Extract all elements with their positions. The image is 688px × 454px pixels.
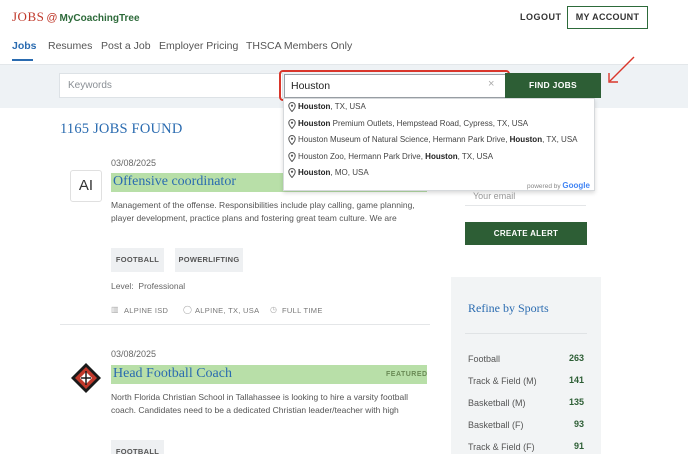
- autocomplete-rest: , MO, USA: [330, 168, 369, 177]
- job-level-value: Professional: [138, 281, 186, 291]
- job-type: FULL TIME: [282, 306, 323, 315]
- sport-filter-basketball-m[interactable]: Basketball (M): [468, 398, 526, 408]
- sport-filter-football[interactable]: Football: [468, 354, 500, 364]
- tab-jobs[interactable]: Jobs: [12, 40, 37, 52]
- tag-powerlifting[interactable]: POWERLIFTING: [175, 248, 243, 272]
- map-pin-icon: [288, 168, 296, 178]
- sport-filter-basketball-f[interactable]: Basketball (F): [468, 420, 524, 430]
- find-jobs-button[interactable]: FIND JOBS: [505, 73, 601, 98]
- powered-by-google: powered by Google: [527, 181, 590, 190]
- map-pin-icon: [288, 102, 296, 112]
- job-description: North Florida Christian School in Tallah…: [111, 392, 409, 415]
- sport-count: 91: [573, 441, 584, 451]
- autocomplete-match: Houston: [298, 102, 331, 111]
- job-title-link[interactable]: Head Football Coach: [113, 366, 232, 382]
- my-account-button[interactable]: MY ACCOUNT: [567, 6, 648, 29]
- location-autocomplete-dropdown: Houston, TX, USA Houston Premium Outlets…: [283, 98, 595, 191]
- autocomplete-prefix: Houston Zoo, Hermann Park Drive,: [298, 152, 426, 161]
- logo-brand-text: MyCoachingTree: [59, 13, 140, 24]
- tab-post-a-job[interactable]: Post a Job: [101, 40, 151, 52]
- site-header: JOBS @ MyCoachingTree LOGOUT MY ACCOUNT: [0, 0, 688, 34]
- map-pin-icon: [288, 119, 296, 129]
- jobs-found-count: 1165 JOBS FOUND: [60, 121, 183, 137]
- map-pin-icon: [288, 135, 296, 145]
- location-pin-icon: ◯: [183, 305, 192, 314]
- autocomplete-rest: Premium Outlets, Hempstead Road, Cypress…: [330, 119, 529, 128]
- autocomplete-item[interactable]: Houston Zoo, Hermann Park Drive, Houston…: [284, 149, 596, 165]
- sport-count: 141: [568, 375, 584, 385]
- autocomplete-item[interactable]: Houston, TX, USA: [284, 99, 596, 115]
- job-level: Level: Professional: [111, 281, 185, 291]
- main-nav: Jobs Resumes Post a Job Employer Pricing…: [0, 34, 688, 62]
- annotation-arrow-icon: [608, 56, 635, 83]
- autocomplete-match: Houston: [298, 168, 331, 177]
- autocomplete-rest: , TX, USA: [457, 152, 494, 161]
- location-input[interactable]: Houston: [284, 74, 506, 98]
- autocomplete-item[interactable]: Houston Premium Outlets, Hempstead Road,…: [284, 116, 596, 132]
- tag-football[interactable]: FOOTBALL: [111, 248, 164, 272]
- refine-title: Refine by Sports: [468, 301, 549, 315]
- job-date: 03/08/2025: [111, 349, 157, 359]
- clock-icon: ◷: [270, 305, 277, 314]
- logo-jobs-text: JOBS: [12, 9, 45, 24]
- autocomplete-match: Houston: [509, 135, 543, 144]
- tab-resumes[interactable]: Resumes: [48, 40, 92, 52]
- job-title-link[interactable]: Offensive coordinator: [113, 174, 236, 190]
- job-date: 03/08/2025: [111, 158, 157, 168]
- keywords-input[interactable]: Keywords: [59, 73, 283, 98]
- powered-by-text: powered by: [527, 183, 561, 190]
- tab-employer-pricing[interactable]: Employer Pricing: [159, 40, 238, 52]
- tag-football[interactable]: FOOTBALL: [111, 440, 164, 454]
- sport-count: 135: [568, 397, 584, 407]
- sport-count: 263: [568, 353, 584, 363]
- logo-at-text: @: [46, 12, 58, 24]
- employer-logo-icon[interactable]: [70, 362, 102, 394]
- autocomplete-rest: , TX, USA: [542, 135, 578, 144]
- autocomplete-rest: , TX, USA: [330, 102, 366, 111]
- autocomplete-prefix: Houston Museum of Natural Science, Herma…: [298, 135, 510, 144]
- map-pin-icon: [288, 152, 296, 162]
- tab-thsca-members-only[interactable]: THSCA Members Only: [246, 40, 352, 52]
- autocomplete-item[interactable]: Houston Museum of Natural Science, Herma…: [284, 132, 596, 148]
- job-location: ALPINE, TX, USA: [195, 306, 260, 315]
- sport-filter-track-field-m[interactable]: Track & Field (M): [468, 376, 537, 386]
- job-level-label: Level:: [111, 281, 134, 291]
- job-employer: ALPINE ISD: [124, 306, 169, 315]
- create-alert-button[interactable]: CREATE ALERT: [465, 222, 587, 245]
- google-logo: Google: [562, 181, 590, 190]
- site-logo[interactable]: JOBS @ MyCoachingTree: [12, 9, 140, 25]
- building-icon: ▥: [111, 305, 119, 314]
- clear-icon[interactable]: ×: [488, 78, 494, 90]
- sport-count: 93: [573, 419, 584, 429]
- refine-divider: [465, 333, 587, 334]
- autocomplete-match: Houston: [298, 119, 331, 128]
- autocomplete-match: Houston: [425, 152, 458, 161]
- job-description: Management of the offense. Responsibilit…: [111, 200, 415, 223]
- autocomplete-item[interactable]: Houston, MO, USA: [284, 165, 596, 181]
- logout-link[interactable]: LOGOUT: [520, 12, 562, 22]
- job-divider: [60, 324, 430, 325]
- employer-logo[interactable]: AI: [70, 170, 102, 202]
- active-tab-underline: [12, 59, 33, 61]
- featured-badge: FEATURED: [386, 371, 428, 378]
- sport-filter-track-field-f[interactable]: Track & Field (F): [468, 442, 535, 452]
